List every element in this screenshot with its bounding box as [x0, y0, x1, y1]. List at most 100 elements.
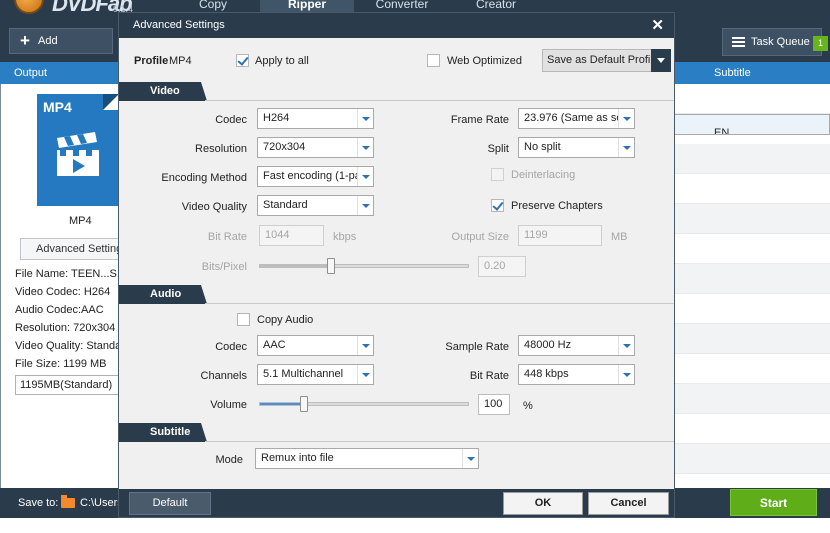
page-fold-icon: [103, 94, 119, 110]
chevron-down-icon: [357, 167, 373, 186]
preserve-chapters-checkbox[interactable]: [491, 199, 504, 212]
close-icon[interactable]: ✕: [651, 13, 664, 38]
video-codec-label: Codec: [215, 114, 247, 126]
volume-unit: %: [523, 400, 533, 412]
volume-input[interactable]: 100: [478, 394, 510, 415]
list-item-selected[interactable]: EN: [673, 114, 830, 135]
output-size-input: 1199: [518, 225, 602, 246]
window-bottom-margin: [0, 518, 830, 533]
save-to-path[interactable]: C:\Users: [80, 497, 123, 509]
audio-codec-select[interactable]: AAC: [257, 335, 374, 356]
web-optimized-checkbox[interactable]: [427, 54, 440, 67]
default-button[interactable]: Default: [129, 492, 211, 515]
list-item: [673, 204, 830, 234]
add-button-label: Add: [38, 35, 58, 47]
frame-rate-label: Frame Rate: [450, 114, 509, 126]
dialog-title-bar: Advanced Settings ✕: [119, 13, 674, 38]
resolution-select[interactable]: 720x304: [257, 137, 374, 158]
dialog-footer: Default OK Cancel: [119, 489, 674, 517]
info-video-quality: Video Quality: Standard: [15, 340, 119, 352]
bits-per-pixel-label: Bits/Pixel: [201, 261, 247, 273]
video-quality-label: Video Quality: [181, 201, 247, 213]
copy-audio-checkbox[interactable]: [237, 313, 250, 326]
frame-rate-select[interactable]: 23.976 (Same as source): [518, 108, 635, 129]
chevron-down-icon: [462, 449, 478, 468]
info-file-size: File Size: 1199 MB: [15, 358, 107, 370]
cancel-button[interactable]: Cancel: [588, 492, 669, 515]
video-quality-select[interactable]: Standard: [257, 195, 374, 216]
save-as-default-profile-button[interactable]: Save as Default Profile: [542, 49, 671, 72]
chevron-down-icon: [357, 109, 373, 128]
clapperboard-icon: [57, 132, 99, 176]
mp4-format-icon[interactable]: MP4: [37, 94, 119, 206]
subtitle-section-header: Subtitle: [119, 423, 674, 442]
ok-button[interactable]: OK: [503, 492, 583, 515]
audio-bit-rate-label: Bit Rate: [469, 370, 509, 382]
volume-slider[interactable]: [259, 396, 469, 412]
split-select[interactable]: No split: [518, 137, 635, 158]
app-logo-icon: [14, 0, 44, 14]
copy-audio-label: Copy Audio: [257, 314, 314, 326]
apply-to-all-checkbox[interactable]: [236, 54, 249, 67]
audio-bit-rate-value: 448 kbps: [524, 368, 569, 380]
folder-icon[interactable]: [61, 495, 75, 508]
output-size-select[interactable]: 1195MB(Standard): [15, 375, 120, 395]
subtitle-mode-select[interactable]: Remux into file: [255, 448, 479, 469]
task-queue-label: Task Queue: [751, 36, 810, 48]
plus-icon: +: [20, 31, 30, 50]
info-audio-codec: Audio Codec:AAC: [15, 304, 104, 316]
slider-fill: [260, 403, 304, 405]
info-file-name: File Name: TEEN...S.T: [15, 268, 119, 280]
start-button[interactable]: Start: [730, 489, 817, 516]
list-item: [673, 294, 830, 324]
chevron-down-icon[interactable]: [651, 49, 671, 72]
bit-rate-label: Bit Rate: [207, 231, 247, 243]
list-item: [673, 264, 830, 294]
channels-select[interactable]: 5.1 Multichannel: [257, 364, 374, 385]
split-value: No split: [524, 141, 561, 153]
sample-rate-select[interactable]: 48000 Hz: [518, 335, 635, 356]
slider-fill: [260, 265, 331, 267]
chevron-down-icon: [357, 336, 373, 355]
audio-section-header: Audio: [119, 285, 674, 304]
audio-codec-value: AAC: [263, 339, 286, 351]
slider-thumb[interactable]: [300, 396, 308, 412]
chevron-down-icon: [618, 365, 634, 384]
split-label: Split: [487, 143, 509, 155]
list-item: [673, 414, 830, 444]
deinterlacing-checkbox: [491, 168, 504, 181]
advanced-settings-dialog: Advanced Settings ✕ Profile MP4 Apply to…: [118, 12, 675, 518]
chevron-down-icon: [357, 365, 373, 384]
list-item: [673, 174, 830, 204]
video-section-label: Video: [119, 82, 207, 101]
advanced-settings-button[interactable]: Advanced Settings: [20, 238, 121, 260]
slider-thumb: [327, 258, 335, 274]
subtitle-mode-value: Remux into file: [261, 452, 334, 464]
column-output: Output: [14, 67, 48, 79]
encoding-method-select[interactable]: Fast encoding (1-pass): [257, 166, 374, 187]
task-queue-button[interactable]: Task Queue: [722, 28, 822, 56]
subtitle-mode-label: Mode: [215, 454, 243, 466]
column-subtitle: Subtitle: [714, 67, 751, 79]
chevron-down-icon: [618, 336, 634, 355]
video-codec-select[interactable]: H264: [257, 108, 374, 129]
chevron-down-icon: [618, 109, 634, 128]
add-button[interactable]: + Add: [9, 28, 113, 54]
bits-per-pixel-slider: [259, 258, 469, 274]
list-item: [673, 444, 830, 474]
audio-codec-label: Codec: [215, 341, 247, 353]
dialog-title: Advanced Settings: [133, 19, 225, 31]
subtitle-value: EN: [714, 127, 730, 135]
profile-value: MP4: [169, 55, 192, 67]
audio-bit-rate-select[interactable]: 448 kbps: [518, 364, 635, 385]
video-section-header: Video: [119, 82, 674, 101]
section-divider: [205, 441, 674, 442]
encoding-method-label: Encoding Method: [161, 172, 247, 184]
sample-rate-value: 48000 Hz: [524, 339, 572, 351]
list-item: [673, 354, 830, 384]
save-to-label: Save to:: [18, 497, 59, 509]
sample-rate-label: Sample Rate: [445, 341, 509, 353]
list-item: [673, 84, 830, 114]
mp4-icon-label: MP4: [43, 99, 72, 115]
bits-per-pixel-value: 0.20: [478, 256, 526, 277]
